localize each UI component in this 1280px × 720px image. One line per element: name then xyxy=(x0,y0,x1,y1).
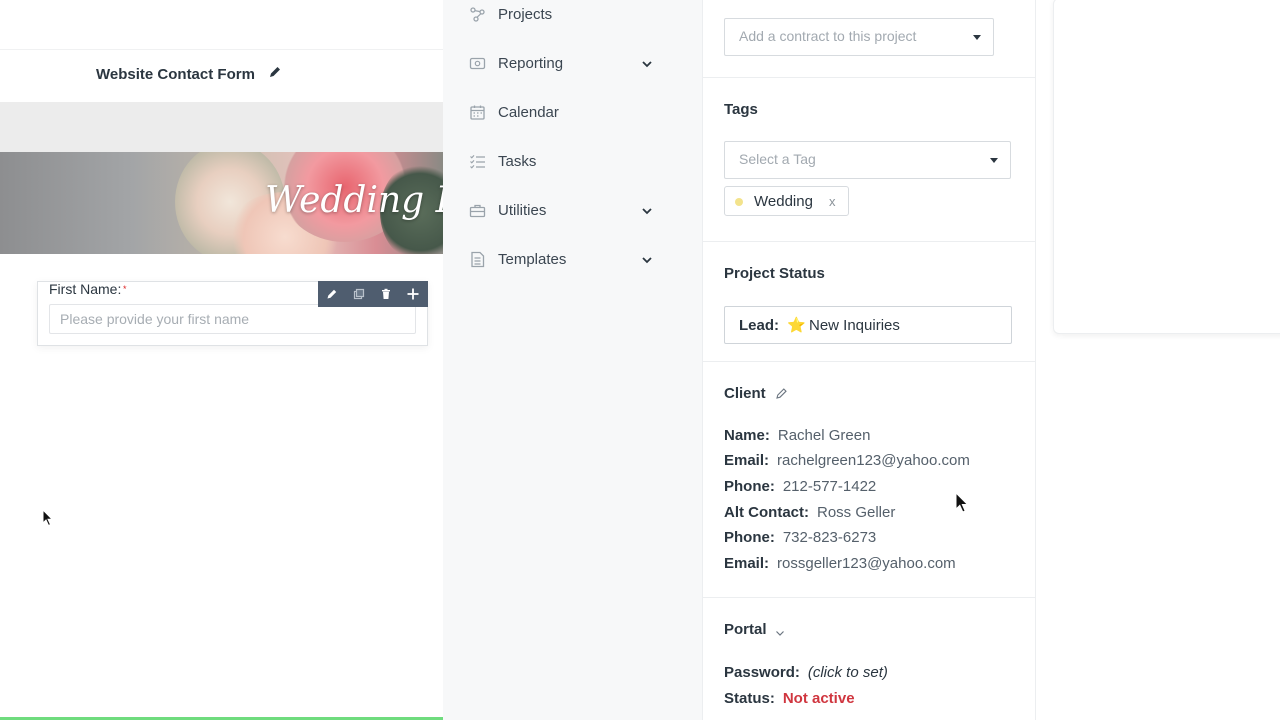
sidebar-item-utilities[interactable]: Utilities xyxy=(443,196,702,226)
status-value: New Inquiries xyxy=(809,317,900,334)
alt-contact-row: Alt Contact: Ross Geller xyxy=(724,504,895,521)
pencil-icon[interactable] xyxy=(268,65,282,79)
field-toolbar xyxy=(318,281,428,307)
sidebar-item-label: Projects xyxy=(498,6,553,23)
client-phone[interactable]: 212-577-1422 xyxy=(783,478,876,495)
caret-down-icon xyxy=(973,35,981,40)
section-divider xyxy=(702,241,1036,242)
sidebar-item-calendar[interactable]: Calendar xyxy=(443,98,702,128)
sidebar-item-label: Calendar xyxy=(498,104,559,121)
info-key: Name: xyxy=(724,427,770,444)
sidebar-item-projects[interactable]: Projects xyxy=(443,0,702,30)
tag-select[interactable]: Select a Tag xyxy=(724,141,1011,179)
portal-status-value: Not active xyxy=(782,690,855,707)
banner-heading: Wedding Inq xyxy=(265,180,443,221)
section-divider xyxy=(702,77,1036,78)
info-key: Phone: xyxy=(724,478,775,495)
project-status-title: Project Status xyxy=(724,265,825,282)
info-key: Email: xyxy=(724,452,770,469)
sidebar-item-reporting[interactable]: Reporting xyxy=(443,49,702,79)
form-spacer-band xyxy=(0,102,443,152)
info-key: Password: xyxy=(724,664,800,681)
form-title: Website Contact Form xyxy=(96,66,255,83)
templates-icon xyxy=(471,251,485,268)
client-email[interactable]: rachelgreen123@yahoo.com xyxy=(777,452,970,469)
mouse-cursor-icon xyxy=(42,509,54,527)
sidebar-item-tasks[interactable]: Tasks xyxy=(443,147,702,177)
tag-label: Wedding xyxy=(754,193,813,210)
section-divider xyxy=(702,597,1036,598)
client-title: Client xyxy=(724,385,766,402)
field-label: First Name: xyxy=(49,281,122,297)
project-status-select[interactable]: Lead: ⭐ New Inquiries xyxy=(724,306,1012,344)
tag-chip[interactable]: Wedding x xyxy=(724,186,849,216)
form-builder-top-strip xyxy=(0,0,443,50)
alt-phone-row: Phone: 732-823-6273 xyxy=(724,529,876,546)
star-icon: ⭐ xyxy=(787,317,806,334)
form-builder-pane: Website Contact Form Wedding Inq First N… xyxy=(0,0,443,720)
trash-icon[interactable] xyxy=(372,281,399,307)
mouse-cursor-icon xyxy=(955,492,969,513)
portal-password-link[interactable]: (click to set) xyxy=(808,664,888,681)
reporting-icon xyxy=(469,57,486,70)
tasks-icon xyxy=(470,154,485,169)
chevron-down-icon[interactable] xyxy=(775,628,785,638)
first-name-input[interactable] xyxy=(49,304,416,334)
projects-icon xyxy=(470,7,485,22)
chevron-down-icon xyxy=(642,208,652,215)
client-name: Rachel Green xyxy=(777,427,871,444)
sidebar-nav: Projects Reporting Calendar Tasks Utilit… xyxy=(443,0,702,720)
info-key: Status: xyxy=(724,690,775,707)
utilities-icon xyxy=(469,204,486,218)
status-prefix: Lead: xyxy=(739,317,780,334)
section-divider xyxy=(702,361,1036,362)
plus-icon[interactable] xyxy=(399,281,426,307)
side-card xyxy=(1053,0,1280,334)
tag-remove-button[interactable]: x xyxy=(829,194,836,209)
tags-title: Tags xyxy=(724,101,758,118)
alt-phone[interactable]: 732-823-6273 xyxy=(783,529,876,546)
pencil-icon[interactable] xyxy=(318,281,345,307)
pencil-icon[interactable] xyxy=(775,387,788,400)
contract-select-placeholder: Add a contract to this project xyxy=(739,28,917,44)
duplicate-icon[interactable] xyxy=(345,281,372,307)
calendar-icon xyxy=(470,105,485,120)
alt-contact-name: Ross Geller xyxy=(817,504,896,521)
chevron-down-icon xyxy=(642,257,652,264)
info-key: Email: xyxy=(724,555,770,572)
portal-title[interactable]: Portal xyxy=(724,621,767,638)
alt-email-row: Email: rossgeller123@yahoo.com xyxy=(724,555,956,572)
tag-color-dot xyxy=(735,198,743,206)
sidebar-item-label: Utilities xyxy=(498,202,547,219)
client-phone-row: Phone: 212-577-1422 xyxy=(724,478,876,495)
client-name-row: Name: Rachel Green xyxy=(724,427,870,444)
contract-select[interactable]: Add a contract to this project xyxy=(724,18,994,56)
chevron-down-icon xyxy=(642,61,652,68)
client-email-row: Email: rachelgreen123@yahoo.com xyxy=(724,452,970,469)
portal-status-row: Status: Not active xyxy=(724,690,855,707)
caret-down-icon xyxy=(990,158,998,163)
sidebar-item-templates[interactable]: Templates xyxy=(443,245,702,275)
alt-email[interactable]: rossgeller123@yahoo.com xyxy=(777,555,956,572)
portal-password-row: Password: (click to set) xyxy=(724,664,888,681)
sidebar-item-label: Tasks xyxy=(498,153,537,170)
sidebar-item-label: Reporting xyxy=(498,55,564,72)
info-key: Phone: xyxy=(724,529,775,546)
info-key: Alt Contact: xyxy=(724,504,809,521)
tag-select-placeholder: Select a Tag xyxy=(739,151,816,167)
required-marker: * xyxy=(123,284,127,294)
sidebar-item-label: Templates xyxy=(498,251,567,268)
